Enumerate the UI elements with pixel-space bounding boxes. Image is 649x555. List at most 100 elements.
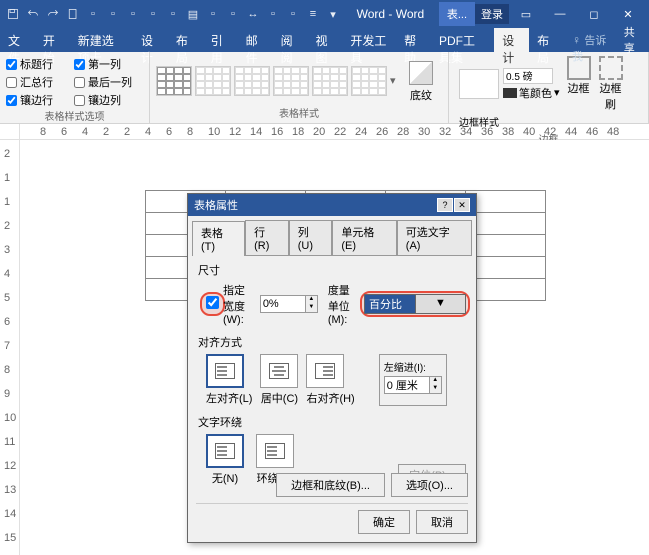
size-section-label: 尺寸 <box>198 262 466 278</box>
share-button[interactable]: 共享 <box>616 28 649 52</box>
indent-spinner[interactable]: ▲▼ <box>384 376 442 394</box>
width-spinner[interactable]: ▲▼ <box>260 295 318 313</box>
menu-layout[interactable]: 布局 <box>168 28 203 52</box>
menu-file[interactable]: 文件 <box>0 28 35 52</box>
ribbon: 标题行 第一列 汇总行 最后一列 镶边行 镶边列 表格样式选项 ▾ 底纹 表格样… <box>0 52 649 124</box>
chk-last-col[interactable]: 最后一列 <box>74 74 143 90</box>
ruler-horizontal: 8642246810121416182022242628303234363840… <box>0 124 649 140</box>
chk-total-row[interactable]: 汇总行 <box>6 74 64 90</box>
unit-label: 度量单位(M): <box>328 282 360 326</box>
qat-icon[interactable]: ▫ <box>104 5 122 23</box>
dialog-tabs: 表格(T) 行(R) 列(U) 单元格(E) 可选文字(A) <box>188 216 476 255</box>
menu-mail[interactable]: 邮件 <box>238 28 273 52</box>
table-style-thumb[interactable] <box>273 66 309 96</box>
tab-col[interactable]: 列(U) <box>289 220 333 255</box>
table-style-thumb[interactable] <box>351 66 387 96</box>
indent-group: 左缩进(I): ▲▼ <box>379 354 447 406</box>
table-style-thumb[interactable] <box>156 66 192 96</box>
menu-design[interactable]: 设计 <box>133 28 168 52</box>
tab-cell[interactable]: 单元格(E) <box>332 220 396 255</box>
options-button[interactable]: 选项(O)... <box>391 473 468 497</box>
dialog-close-icon[interactable]: ✕ <box>454 198 470 212</box>
ruler-vertical: 21123456789101112131415 <box>0 140 20 555</box>
title-bar: ▫ ▫ ▫ ▫ ▫ ▤ ▫ ▫ ↔ ▫ ▫ ≡ ▾ Word - Word 表.… <box>0 0 649 28</box>
chk-first-col[interactable]: 第一列 <box>74 56 143 72</box>
ok-button[interactable]: 确定 <box>358 510 410 534</box>
border-painter-icon <box>599 56 623 80</box>
menu-bar: 文件 开始 新建选项卡 设计 布局 引用 邮件 阅阅 视图 开发工具 帮助 PD… <box>0 28 649 52</box>
table-style-thumb[interactable] <box>195 66 231 96</box>
menu-table-design[interactable]: 设计 <box>494 28 529 52</box>
tell-me[interactable]: ♀ 告诉我 <box>564 28 616 52</box>
quick-access-toolbar: ▫ ▫ ▫ ▫ ▫ ▤ ▫ ▫ ↔ ▫ ▫ ≡ ▾ <box>4 5 342 23</box>
chk-header-row[interactable]: 标题行 <box>6 56 64 72</box>
table-style-thumb[interactable] <box>234 66 270 96</box>
align-right-option[interactable]: 右对齐(H) <box>306 354 354 406</box>
border-painter-button[interactable]: 边框刷 <box>596 56 626 112</box>
pen-color-icon[interactable] <box>503 88 517 98</box>
menu-help[interactable]: 帮助 <box>396 28 431 52</box>
minimize-icon[interactable]: — <box>543 0 577 28</box>
menu-home[interactable]: 开始 <box>35 28 70 52</box>
qat-icon[interactable]: ▫ <box>284 5 302 23</box>
qat-icon[interactable]: ▫ <box>264 5 282 23</box>
border-button[interactable]: 边框 <box>564 56 594 112</box>
menu-pdf[interactable]: PDF工具集 <box>431 28 494 52</box>
undo-icon[interactable] <box>24 5 42 23</box>
tab-row[interactable]: 行(R) <box>245 220 289 255</box>
border-width-input[interactable] <box>503 68 553 84</box>
menu-developer[interactable]: 开发工具 <box>342 28 396 52</box>
qat-icon[interactable]: ↔ <box>244 5 262 23</box>
ribbon-options-icon[interactable]: ▭ <box>509 0 543 28</box>
chk-banded-col[interactable]: 镶边列 <box>74 92 143 108</box>
wrap-section-label: 文字环绕 <box>198 414 466 430</box>
indent-label: 左缩进(I): <box>384 359 442 374</box>
maximize-icon[interactable]: ◻ <box>577 0 611 28</box>
styles-more-icon[interactable]: ▾ <box>390 74 402 87</box>
dialog-titlebar[interactable]: 表格属性 ? ✕ <box>188 194 476 216</box>
qat-dropdown-icon[interactable]: ▾ <box>324 5 342 23</box>
redo-icon[interactable] <box>44 5 62 23</box>
table-style-thumb[interactable] <box>312 66 348 96</box>
ribbon-group-label: 表格样式 <box>156 105 442 121</box>
ribbon-group-label: 表格样式选项 <box>6 108 143 124</box>
save-icon[interactable] <box>4 5 22 23</box>
preferred-width-label: 指定宽度(W): <box>223 282 256 326</box>
table-properties-dialog: 表格属性 ? ✕ 表格(T) 行(R) 列(U) 单元格(E) 可选文字(A) … <box>187 193 477 543</box>
menu-view[interactable]: 视图 <box>307 28 342 52</box>
align-section-label: 对齐方式 <box>198 334 466 350</box>
ribbon-borders: 笔颜色▾ 边框 边框刷 边框样式 边框 <box>449 52 649 123</box>
ribbon-table-styles: ▾ 底纹 表格样式 <box>150 52 449 123</box>
align-left-option[interactable]: 左对齐(L) <box>206 354 252 406</box>
preferred-width-checkbox[interactable] <box>206 296 219 309</box>
menu-table-layout[interactable]: 布局 <box>529 28 564 52</box>
qat-icon[interactable]: ▫ <box>84 5 102 23</box>
qat-icon[interactable]: ▫ <box>204 5 222 23</box>
ribbon-style-options: 标题行 第一列 汇总行 最后一列 镶边行 镶边列 表格样式选项 <box>0 52 150 123</box>
window-title: Word - Word <box>342 7 439 21</box>
new-icon[interactable] <box>64 5 82 23</box>
dialog-title: 表格属性 <box>194 197 238 213</box>
menu-review[interactable]: 阅阅 <box>273 28 308 52</box>
table-tools-context: 表... <box>439 2 475 26</box>
align-center-option[interactable]: 居中(C) <box>260 354 298 406</box>
unit-combo[interactable]: 百分比▼ <box>364 294 466 314</box>
qat-icon[interactable]: ▫ <box>224 5 242 23</box>
qat-icon[interactable]: ▫ <box>124 5 142 23</box>
cancel-button[interactable]: 取消 <box>416 510 468 534</box>
menu-newtab[interactable]: 新建选项卡 <box>70 28 133 52</box>
shading-icon <box>409 61 433 85</box>
border-style-dropdown[interactable] <box>459 69 499 99</box>
qat-icon[interactable]: ▫ <box>144 5 162 23</box>
qat-icon[interactable]: ▤ <box>184 5 202 23</box>
tab-alt[interactable]: 可选文字(A) <box>397 220 472 255</box>
shading-button[interactable]: 底纹 <box>405 59 437 103</box>
qat-icon[interactable]: ≡ <box>304 5 322 23</box>
tab-table[interactable]: 表格(T) <box>192 221 245 256</box>
dialog-help-icon[interactable]: ? <box>437 198 453 212</box>
login-button[interactable]: 登录 <box>475 4 509 24</box>
border-shading-button[interactable]: 边框和底纹(B)... <box>276 473 385 497</box>
menu-references[interactable]: 引用 <box>203 28 238 52</box>
chk-banded-row[interactable]: 镶边行 <box>6 92 64 108</box>
qat-icon[interactable]: ▫ <box>164 5 182 23</box>
